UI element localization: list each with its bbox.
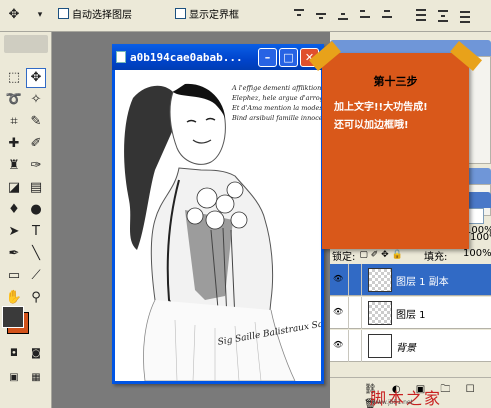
lock-label: 锁定: [332, 251, 356, 263]
distribute-bottom-icon[interactable] [456, 5, 474, 23]
distribute-center-icon[interactable] [434, 5, 452, 23]
maximize-icon[interactable]: □ [279, 48, 298, 67]
link-column[interactable] [348, 330, 362, 362]
poem-line: A l'effige dementi affliktion [232, 84, 321, 92]
align-left-icon[interactable] [356, 5, 374, 23]
healing-brush-icon[interactable]: ✚ [4, 134, 24, 154]
watermark-url: www.jb51.net [372, 399, 413, 406]
screen-mode-full-icon[interactable]: ▦ [26, 368, 46, 388]
align-vcenter-icon[interactable] [312, 5, 330, 23]
layer-name: 背景 [396, 343, 416, 354]
type-tool-icon[interactable]: T [26, 222, 46, 242]
layer-name: 图层 1 副本 [396, 277, 449, 288]
fill-label: 填充: [424, 252, 448, 263]
layer-row[interactable]: 👁 图层 1 副本 [330, 264, 491, 296]
lasso-tool-icon[interactable]: ➰ [4, 90, 24, 110]
brush-tool-icon[interactable]: ✐ [26, 134, 46, 154]
zoom-tool-icon[interactable]: ⚲ [26, 288, 46, 308]
step-callout: 第十三步 加上文字!!大功告成! 还可以加边框哦! [309, 40, 482, 249]
layer-thumbnail [368, 268, 392, 292]
auto-select-checkbox[interactable] [58, 8, 69, 19]
slice-tool-icon[interactable]: ✎ [26, 112, 46, 132]
auto-select-option[interactable]: 自动选择图层 [58, 6, 132, 21]
foreground-color-swatch[interactable] [2, 306, 24, 328]
distribute-top-icon[interactable] [412, 5, 430, 23]
eraser-tool-icon[interactable]: ◪ [4, 178, 24, 198]
visibility-eye-icon[interactable]: 👁 [333, 275, 343, 283]
callout-title: 第十三步 [373, 75, 418, 88]
blur-tool-icon[interactable]: ♦ [4, 200, 24, 220]
link-column[interactable] [348, 297, 362, 329]
auto-select-label: 自动选择图层 [72, 10, 132, 21]
document-title-bar[interactable]: a0b194cae0abab... – □ ✕ [112, 44, 324, 70]
minimize-icon[interactable]: – [258, 48, 277, 67]
tool-preset-dropdown-icon[interactable]: ▾ [30, 5, 50, 25]
visibility-eye-icon[interactable]: 👁 [333, 308, 343, 316]
layer-thumbnail [368, 301, 392, 325]
callout-line: 加上文字!!大功告成! [334, 102, 428, 113]
layer-row[interactable]: 👁 图层 1 [330, 297, 491, 329]
poem-line: Et d'Ama mention la modestikon [232, 104, 321, 112]
magic-wand-tool-icon[interactable]: ✧ [26, 90, 46, 110]
toolbox: ⬚ ✥ ➰ ✧ ⌗ ✎ ✚ ✐ ♜ ✑ ◪ ▤ ♦ ● ➤ T ✒ ╲ ▭ ⟋ … [0, 32, 52, 408]
marquee-tool-icon[interactable]: ⬚ [4, 68, 24, 88]
show-bounds-checkbox[interactable] [175, 8, 186, 19]
show-bounds-option[interactable]: 显示定界框 [175, 6, 239, 21]
pen-tool-icon[interactable]: ✒ [4, 244, 24, 264]
screen-mode-standard-icon[interactable]: ▣ [4, 368, 24, 388]
layer-row[interactable]: 👁 背景 [330, 330, 491, 362]
align-hcenter-icon[interactable] [378, 5, 396, 23]
poem-line: Bind arsibuil famille innocence. [232, 114, 321, 122]
show-bounds-label: 显示定界框 [189, 10, 239, 21]
layer-name: 图层 1 [396, 310, 426, 321]
path-selection-icon[interactable]: ➤ [4, 222, 24, 242]
callout-line: 还可以加边框哦! [334, 120, 409, 131]
options-bar: ✥ ▾ 自动选择图层 显示定界框 [0, 0, 491, 32]
align-top-icon[interactable] [290, 5, 308, 23]
gradient-tool-icon[interactable]: ▤ [26, 178, 46, 198]
poem-line: Elephez, hele argue d'arrogance, [232, 94, 321, 102]
align-bottom-icon[interactable] [334, 5, 352, 23]
history-brush-icon[interactable]: ✑ [26, 156, 46, 176]
document-canvas[interactable]: A l'effige dementi affliktion Elephez, h… [115, 70, 321, 381]
eyedropper-tool-icon[interactable]: ⟋ [26, 266, 46, 286]
crop-tool-icon[interactable]: ⌗ [4, 112, 24, 132]
notes-tool-icon[interactable]: ▭ [4, 266, 24, 286]
fill-value[interactable]: 100% [463, 248, 491, 259]
document-icon [116, 51, 126, 63]
clone-stamp-icon[interactable]: ♜ [4, 156, 24, 176]
visibility-eye-icon[interactable]: 👁 [333, 341, 343, 349]
document-window: a0b194cae0abab... – □ ✕ A l'effige demen… [112, 44, 324, 384]
document-title: a0b194cae0abab... [130, 50, 243, 64]
brush-link-icon[interactable] [348, 264, 362, 296]
quick-mask-mode-icon[interactable]: ◙ [26, 344, 46, 364]
feather-logo-icon [4, 35, 48, 53]
move-tool-button[interactable]: ✥ [26, 68, 46, 88]
quick-mask-standard-icon[interactable]: ◘ [4, 344, 24, 364]
line-tool-icon[interactable]: ╲ [26, 244, 46, 264]
hand-tool-icon[interactable]: ✋ [4, 288, 24, 308]
lock-icons[interactable]: ▢ ✐ ✥ 🔒 [359, 250, 402, 260]
background-layer-thumbnail [368, 334, 392, 358]
dodge-tool-icon[interactable]: ● [26, 200, 46, 220]
move-tool-icon[interactable]: ✥ [4, 5, 24, 25]
